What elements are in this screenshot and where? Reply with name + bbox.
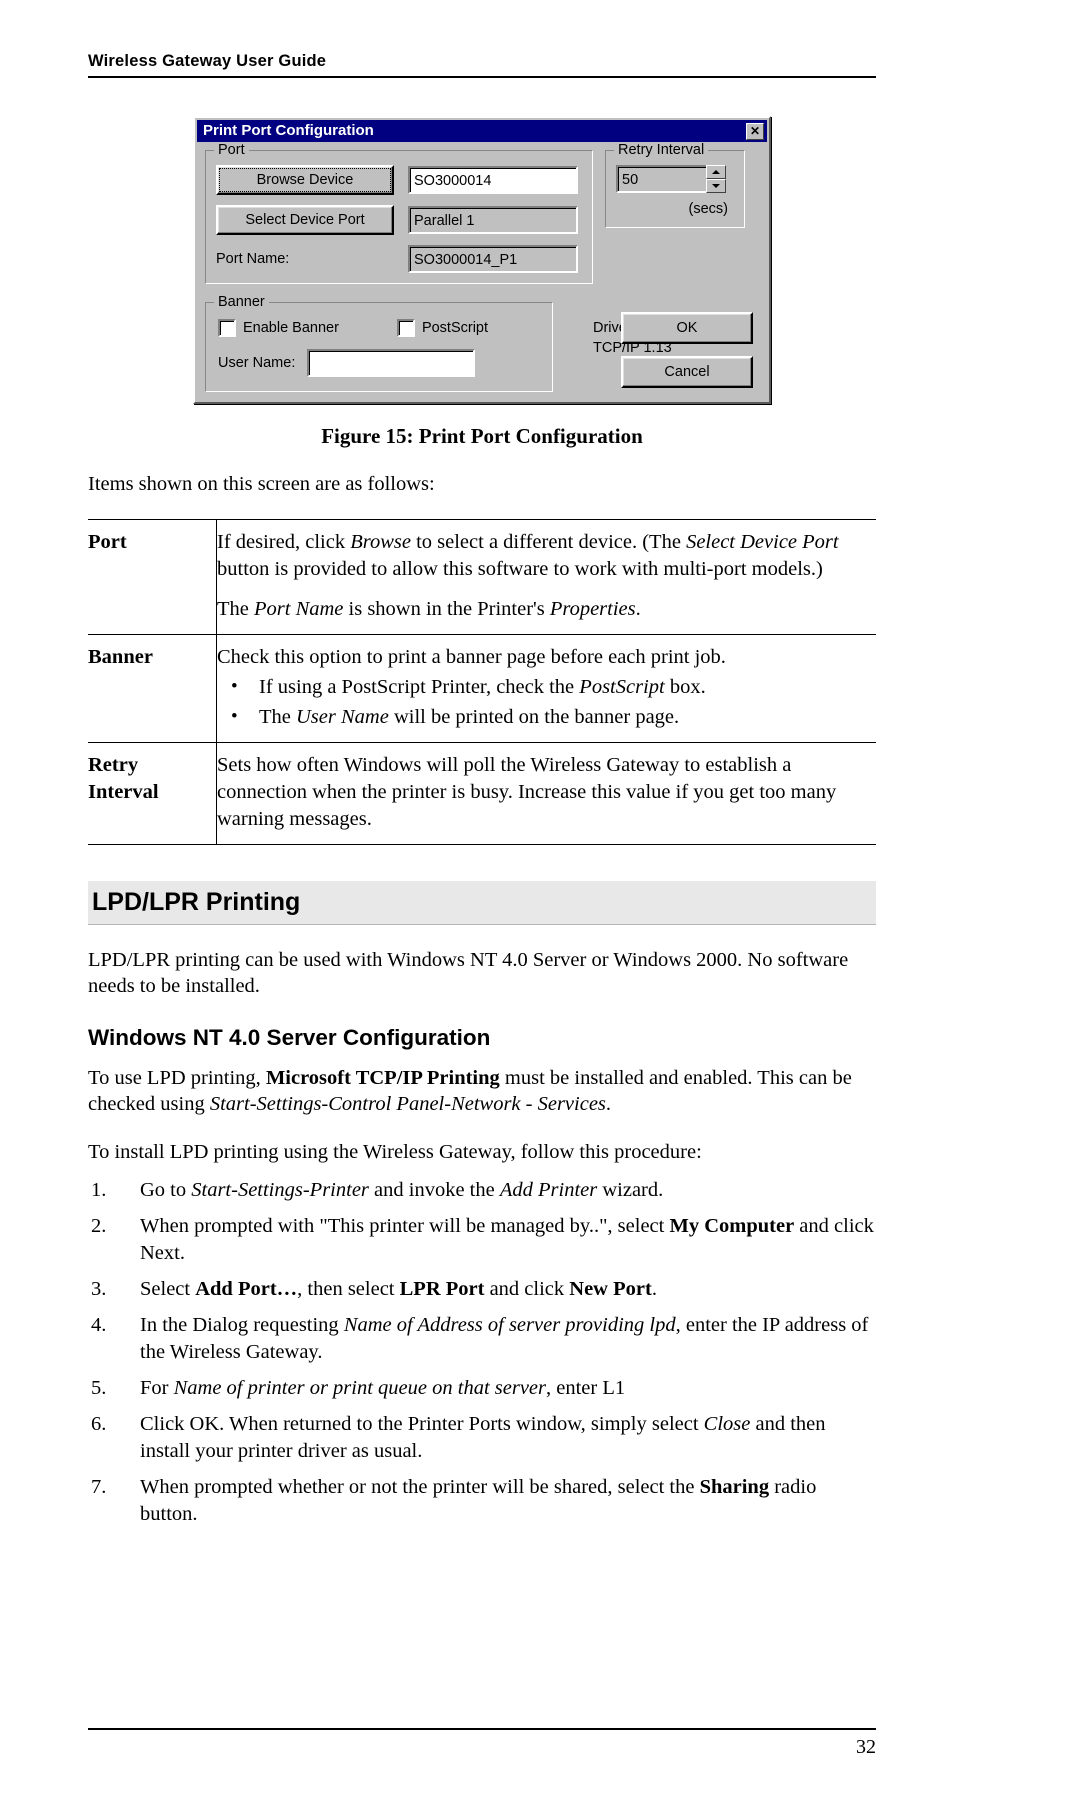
enable-banner-label: Enable Banner bbox=[243, 320, 339, 336]
page-number: 32 bbox=[856, 1736, 876, 1758]
step-number: 6. bbox=[91, 1413, 107, 1435]
step-number: 5. bbox=[91, 1377, 107, 1399]
user-name-row: User Name: bbox=[218, 349, 540, 377]
retry-interval-stepper[interactable]: 50 bbox=[616, 165, 726, 193]
table-row: Port If desired, click Browse to select … bbox=[88, 519, 877, 635]
browse-device-button[interactable]: Browse Device bbox=[216, 165, 394, 195]
port-groupbox: Port Browse Device SO3000014 Select Devi… bbox=[205, 142, 593, 284]
table-row: Retry Interval Sets how often Windows wil… bbox=[88, 742, 876, 845]
checkbox-icon[interactable] bbox=[396, 319, 415, 337]
desc-retry-interval: Sets how often Windows will poll the Wir… bbox=[217, 754, 837, 830]
retry-interval-groupbox: Retry Interval 50 (secs) bbox=[605, 142, 745, 228]
dialog-body: Port Browse Device SO3000014 Select Devi… bbox=[195, 142, 769, 402]
step-number: 3. bbox=[91, 1278, 107, 1300]
list-item: 3. Select Add Port…, then select LPR Por… bbox=[88, 1276, 876, 1303]
nt-procedure-steps: 1. Go to Start-Settings-Printer and invo… bbox=[88, 1177, 876, 1528]
step-number: 2. bbox=[91, 1215, 107, 1237]
spinner-buttons[interactable] bbox=[706, 165, 726, 193]
banner-groupbox: Banner Enable Banner PostScript User Nam… bbox=[205, 294, 553, 392]
step-number: 7. bbox=[91, 1476, 107, 1498]
table-row: Banner Check this option to print a bann… bbox=[88, 634, 877, 743]
dialog-title: Print Port Configuration bbox=[203, 122, 374, 139]
spinner-down-icon[interactable] bbox=[706, 179, 726, 193]
document-page: Wireless Gateway User Guide Print Port C… bbox=[0, 0, 1080, 1819]
figure-image: Print Port Configuration ✕ Port Browse D… bbox=[88, 116, 876, 404]
term-banner: Banner bbox=[88, 634, 217, 743]
postscript-checkbox[interactable]: PostScript bbox=[396, 319, 489, 337]
port-name-row: Port Name: SO3000014_P1 bbox=[216, 245, 582, 273]
heading-windows-nt-server-config: Windows NT 4.0 Server Configuration bbox=[88, 1025, 491, 1050]
banner-checkbox-row: Enable Banner PostScript bbox=[218, 319, 540, 337]
term-port: Port bbox=[88, 519, 217, 635]
desc-paragraph: Check this option to print a banner page… bbox=[217, 646, 726, 668]
cancel-button[interactable]: Cancel bbox=[621, 356, 753, 388]
page-footer: 32 bbox=[88, 1728, 876, 1759]
step-number: 4. bbox=[91, 1314, 107, 1336]
banner-bullets: If using a PostScript Printer, check the… bbox=[217, 673, 866, 731]
user-name-label: User Name: bbox=[218, 355, 296, 371]
ok-button[interactable]: OK bbox=[621, 312, 753, 344]
desc-banner: Check this option to print a banner page… bbox=[217, 635, 877, 743]
page-content: Print Port Configuration ✕ Port Browse D… bbox=[88, 100, 876, 1528]
list-item: 1. Go to Start-Settings-Printer and invo… bbox=[88, 1177, 876, 1204]
list-item: 4. In the Dialog requesting Name of Addr… bbox=[91, 1314, 869, 1363]
nt-paragraph-1: To use LPD printing, Microsoft TCP/IP Pr… bbox=[88, 1067, 852, 1115]
header-title: Wireless Gateway User Guide bbox=[88, 52, 327, 70]
browse-device-row: Browse Device SO3000014 bbox=[216, 165, 582, 195]
list-item: The User Name will be printed on the ban… bbox=[217, 703, 866, 731]
user-name-input[interactable] bbox=[307, 349, 476, 377]
list-item: 7. When prompted whether or not the prin… bbox=[91, 1476, 817, 1525]
list-item: If using a PostScript Printer, check the… bbox=[217, 673, 866, 701]
enable-banner-checkbox[interactable]: Enable Banner bbox=[218, 319, 339, 337]
device-port-field[interactable]: Parallel 1 bbox=[408, 206, 578, 234]
heading-lpd-lpr-printing: LPD/LPR Printing bbox=[88, 881, 876, 925]
desc-paragraph: The Port Name is shown in the Printer's … bbox=[217, 598, 641, 620]
device-name-field[interactable]: SO3000014 bbox=[408, 166, 578, 194]
checkbox-icon[interactable] bbox=[218, 319, 236, 337]
list-item: 2. When prompted with "This printer will… bbox=[91, 1215, 874, 1264]
dialog-titlebar: Print Port Configuration ✕ bbox=[197, 120, 767, 142]
desc-paragraph: If desired, click Browse to select a dif… bbox=[217, 531, 839, 580]
term-retry-interval: Retry Interval bbox=[88, 742, 217, 845]
port-group-legend: Port bbox=[214, 142, 249, 158]
port-name-field[interactable]: SO3000014_P1 bbox=[408, 245, 578, 273]
list-item: 6. Click OK. When returned to the Printe… bbox=[91, 1413, 826, 1462]
running-header: Wireless Gateway User Guide bbox=[88, 52, 876, 78]
close-icon[interactable]: ✕ bbox=[746, 122, 764, 140]
select-device-port-row: Select Device Port Parallel 1 bbox=[216, 205, 582, 235]
print-port-configuration-dialog: Print Port Configuration ✕ Port Browse D… bbox=[193, 116, 771, 404]
dialog-actions: OK Cancel bbox=[621, 312, 753, 388]
dialog-top-row: Port Browse Device SO3000014 Select Devi… bbox=[205, 142, 759, 284]
port-name-label: Port Name: bbox=[216, 251, 290, 267]
retry-interval-input[interactable]: 50 bbox=[616, 165, 706, 193]
figure-caption: Figure 15: Print Port Configuration bbox=[321, 424, 643, 448]
retry-interval-units: (secs) bbox=[688, 201, 728, 217]
items-definition-table: Port If desired, click Browse to select … bbox=[88, 519, 876, 845]
banner-group-legend: Banner bbox=[214, 294, 269, 310]
lpd-intro-paragraph: LPD/LPR printing can be used with Window… bbox=[88, 949, 849, 997]
nt-paragraph-2: To install LPD printing using the Wirele… bbox=[88, 1141, 702, 1163]
list-item: 5. For Name of printer or print queue on… bbox=[88, 1375, 876, 1402]
items-intro-paragraph: Items shown on this screen are as follow… bbox=[88, 473, 435, 495]
spinner-up-icon[interactable] bbox=[706, 165, 726, 179]
step-number: 1. bbox=[91, 1179, 107, 1201]
retry-interval-legend: Retry Interval bbox=[614, 142, 709, 158]
desc-port: If desired, click Browse to select a dif… bbox=[217, 520, 877, 635]
postscript-label: PostScript bbox=[421, 320, 489, 336]
select-device-port-button[interactable]: Select Device Port bbox=[216, 205, 394, 235]
